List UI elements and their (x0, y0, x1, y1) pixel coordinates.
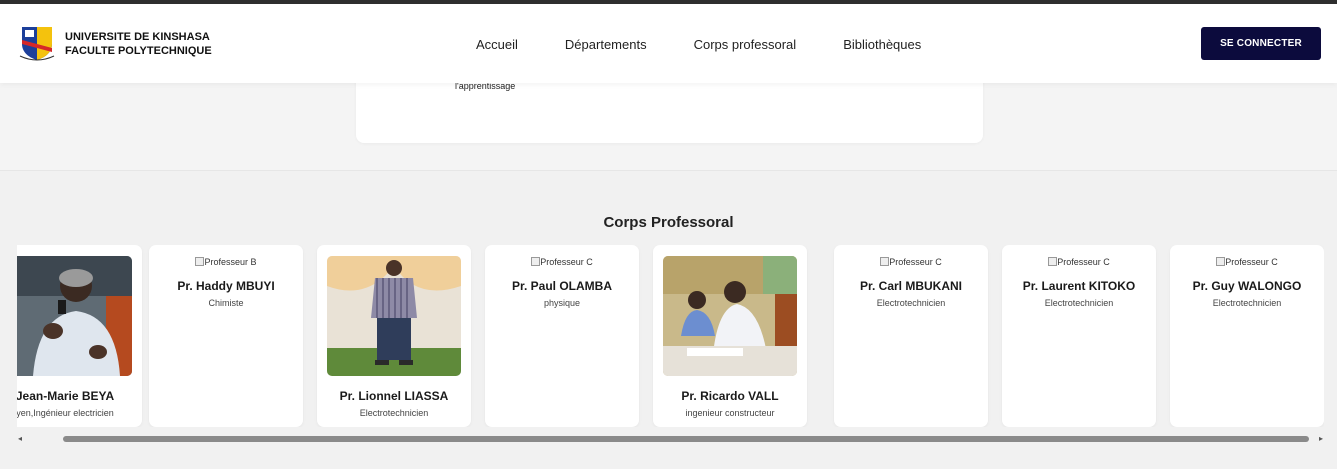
faculty-carousel[interactable]: Jean-Marie BEYA yen,Ingénieur electricie… (17, 245, 1324, 427)
professor-role: Electrotechnicien (1212, 298, 1282, 308)
carousel-scrollbar[interactable]: ◂ ▸ (17, 433, 1324, 445)
nav-bibliotheques[interactable]: Bibliothèques (843, 37, 921, 52)
brand-line-university: UNIVERSITE DE KINSHASA (65, 31, 210, 43)
professor-role: Electrotechnicien (1044, 298, 1114, 308)
section-title: Corps Professoral (603, 214, 734, 231)
scroll-right-icon[interactable]: ▸ (1319, 434, 1323, 443)
broken-image-placeholder: Professeur C (834, 257, 988, 267)
scroll-left-icon[interactable]: ◂ (18, 434, 22, 443)
main-nav: Accueil Départements Corps professoral B… (476, 37, 968, 52)
faculty-card[interactable]: Pr. Lionnel LIASSA Electrotechnicien (317, 245, 471, 427)
broken-image-icon (531, 257, 541, 266)
professor-role: Electrotechnicien (876, 298, 946, 308)
professor-role: ingenieur constructeur (685, 408, 775, 418)
faculty-section: Corps Professoral Jean-Marie BEYA yen,In… (0, 170, 1337, 469)
faculty-card[interactable]: Professeur C Pr. Laurent KITOKO Electrot… (1002, 245, 1156, 427)
image-alt-text: Professeur C (1225, 257, 1278, 267)
professor-role: yen,Ingénieur electricien (17, 408, 114, 418)
broken-image-icon (1048, 257, 1058, 266)
professor-photo (663, 256, 797, 376)
login-button[interactable]: SE CONNECTER (1201, 27, 1321, 60)
site-header: UNIVERSITE DE KINSHASA FACULTE POLYTECHN… (0, 4, 1337, 83)
professor-name: Pr. Haddy MBUYI (177, 279, 275, 293)
university-crest-icon[interactable] (18, 24, 56, 62)
faculty-card[interactable]: Professeur C Pr. Paul OLAMBA physique (485, 245, 639, 427)
brand-title[interactable]: UNIVERSITE DE KINSHASA FACULTE POLYTECHN… (65, 30, 212, 58)
faculty-card[interactable]: Professeur C Pr. Guy WALONGO Electrotech… (1170, 245, 1324, 427)
nav-corps-professoral[interactable]: Corps professoral (694, 37, 797, 52)
broken-image-icon (1216, 257, 1226, 266)
broken-image-placeholder: Professeur B (149, 257, 303, 267)
professor-role: Chimiste (208, 298, 244, 308)
faculty-card[interactable]: Jean-Marie BEYA yen,Ingénieur electricie… (17, 245, 142, 427)
professor-name: Jean-Marie BEYA (17, 389, 115, 403)
broken-image-placeholder: Professeur C (485, 257, 639, 267)
faculty-card[interactable]: Professeur C Pr. Carl MBUKANI Electrotec… (834, 245, 988, 427)
broken-image-placeholder: Professeur C (1002, 257, 1156, 267)
image-alt-text: Professeur C (889, 257, 942, 267)
professor-photo (17, 256, 132, 376)
broken-image-icon (880, 257, 890, 266)
professor-role: Electrotechnicien (359, 408, 429, 418)
faculty-card[interactable]: Professeur B Pr. Haddy MBUYI Chimiste (149, 245, 303, 427)
image-alt-text: Professeur C (1057, 257, 1110, 267)
professor-role: physique (543, 298, 581, 308)
professor-name: Pr. Lionnel LIASSA (339, 389, 449, 403)
brand-line-faculty: FACULTE POLYTECHNIQUE (65, 45, 212, 57)
professor-photo (327, 256, 461, 376)
broken-image-placeholder: Professeur C (1170, 257, 1324, 267)
faculty-card[interactable]: Pr. Ricardo VALL ingenieur constructeur (653, 245, 807, 427)
image-alt-text: Professeur B (204, 257, 257, 267)
professor-name: Pr. Ricardo VALL (681, 389, 779, 403)
professor-name: Pr. Guy WALONGO (1192, 279, 1302, 293)
professor-name: Pr. Laurent KITOKO (1022, 279, 1136, 293)
professor-name: Pr. Carl MBUKANI (859, 279, 963, 293)
professor-name: Pr. Paul OLAMBA (511, 279, 612, 293)
scrollbar-thumb[interactable] (63, 436, 1309, 442)
nav-departements[interactable]: Départements (565, 37, 647, 52)
image-alt-text: Professeur C (540, 257, 593, 267)
nav-accueil[interactable]: Accueil (476, 37, 518, 52)
